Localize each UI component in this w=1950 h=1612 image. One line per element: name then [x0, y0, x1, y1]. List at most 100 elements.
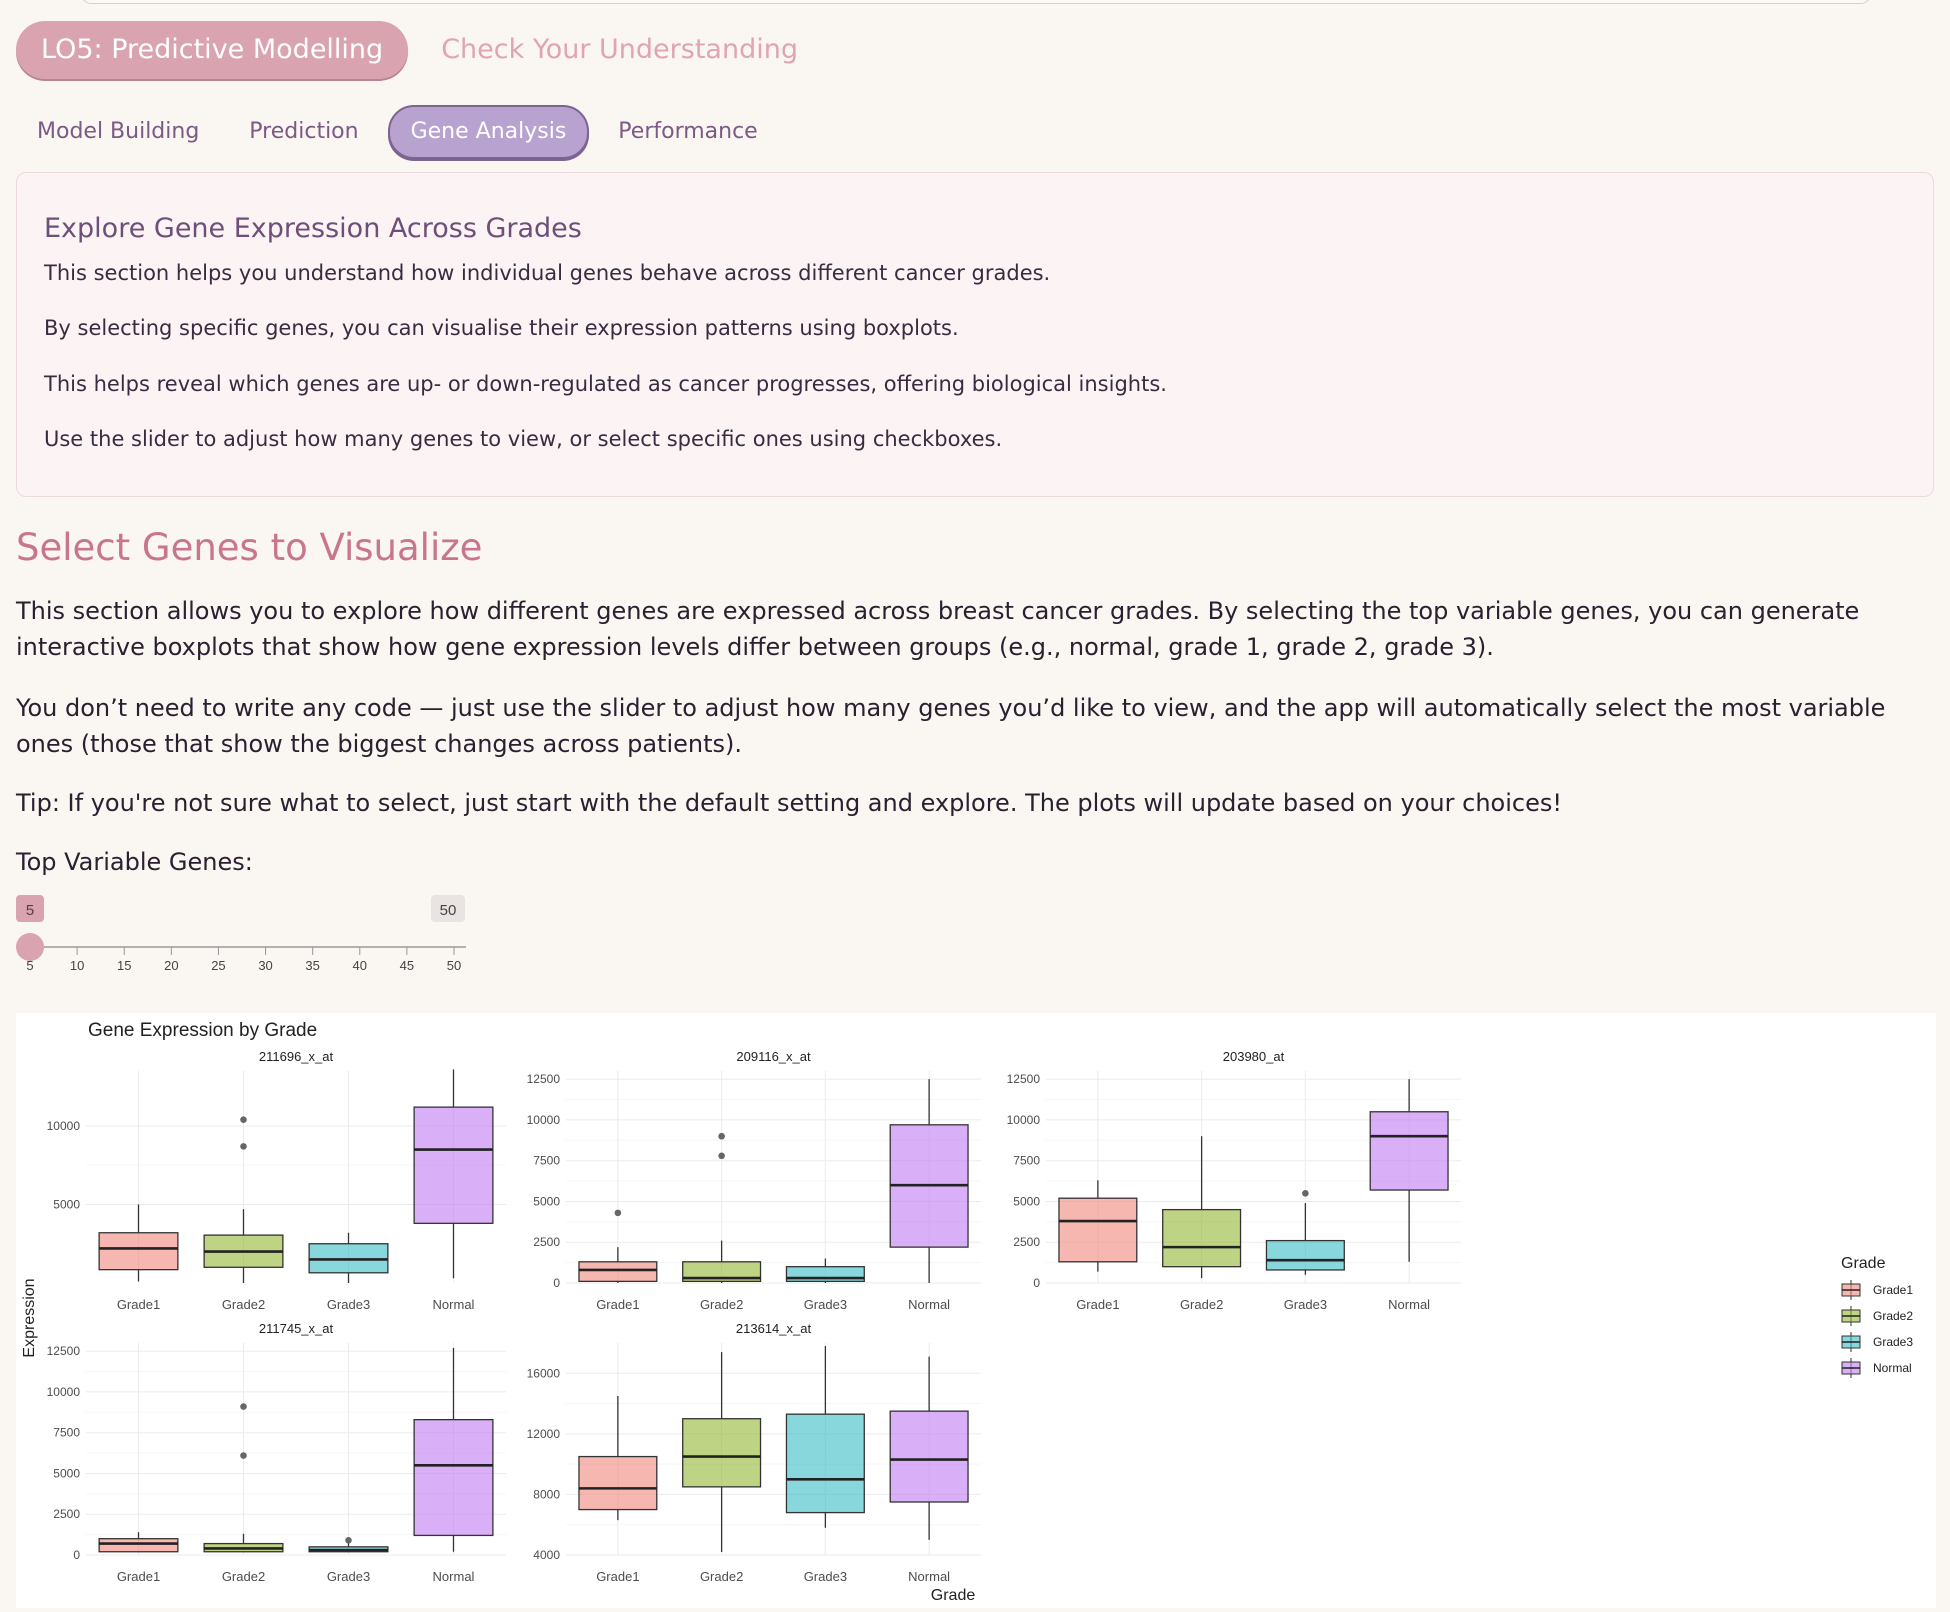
y-tick-label: 8000 — [533, 1487, 560, 1501]
box-body — [578, 1455, 658, 1511]
y-tick-label: 2500 — [53, 1507, 80, 1521]
legend-label: Normal — [1873, 1361, 1912, 1375]
y-tick-label: 2500 — [533, 1235, 560, 1249]
y-tick-label: 12000 — [527, 1427, 561, 1441]
box-body — [413, 1418, 494, 1537]
top-genes-slider[interactable]: 5 50 5 10 15 20 25 30 35 40 45 50 — [16, 893, 476, 973]
box-body — [98, 1538, 179, 1553]
slider-ticks: 5 10 15 20 25 30 35 40 45 50 — [26, 947, 461, 973]
y-axis-label: Expression — [21, 1278, 38, 1357]
x-tick-label: Grade2 — [1180, 1297, 1223, 1312]
x-tick-label: Grade2 — [222, 1569, 265, 1584]
outlier-point — [718, 1152, 725, 1160]
y-tick-label: 10000 — [47, 1119, 81, 1133]
info-paragraph: This section helps you understand how in… — [44, 261, 1051, 285]
facet-panel: 211745_x_at 0 2500 5000 7500 10000 12500 Grade1… — [47, 1321, 506, 1584]
box-body — [889, 1410, 969, 1503]
y-tick-label: 10000 — [527, 1113, 561, 1127]
tab-lo5-predictive-modelling[interactable]: LO5: Predictive Modelling — [16, 21, 409, 79]
slider-handle[interactable] — [16, 933, 44, 961]
section-title: Select Genes to Visualize — [16, 526, 483, 569]
y-tick-label: 5000 — [1013, 1194, 1040, 1208]
chart-title: Gene Expression by Grade — [88, 1020, 317, 1041]
chart-svg: Gene Expression by Grade 211696_x_at 5000 1… — [21, 1020, 1913, 1604]
info-paragraph: By selecting specific genes, you can vis… — [44, 316, 959, 340]
slider-max-label: 50 — [440, 902, 457, 919]
boxplot-grade2 — [682, 1352, 762, 1552]
boxplot-grade1 — [578, 1396, 658, 1521]
box-body — [98, 1232, 179, 1271]
x-tick-label: Normal — [908, 1297, 950, 1312]
facet-panel: 213614_x_at 4000 8000 12000 16000 Grade1 Grade… — [527, 1321, 981, 1584]
boxplot-normal — [413, 1347, 494, 1552]
y-tick-label: 5000 — [533, 1194, 560, 1208]
box-body — [785, 1413, 865, 1514]
outlier-point — [1302, 1190, 1309, 1197]
box-body — [413, 1106, 494, 1224]
x-tick-label: Normal — [433, 1297, 475, 1312]
outlier-point — [240, 1403, 247, 1410]
legend: Grade Grade1 Grade2 Grade3 Normal — [1841, 1255, 1913, 1378]
tab-check-your-understanding[interactable]: Check Your Understanding — [441, 21, 798, 79]
tab-model-building[interactable]: Model Building — [16, 107, 220, 157]
info-paragraph: This helps reveal which genes are up- or… — [44, 372, 1167, 396]
tip-paragraph: Tip: If you're not sure what to select, … — [16, 789, 1562, 817]
x-tick-label: Grade1 — [596, 1297, 639, 1312]
x-tick-label: Normal — [1388, 1297, 1430, 1312]
x-tick-label: Grade1 — [117, 1297, 160, 1312]
box-body — [682, 1418, 762, 1488]
x-tick-label: Grade1 — [117, 1569, 160, 1584]
x-tick-label: Normal — [908, 1569, 950, 1584]
box-body — [1369, 1111, 1449, 1191]
main-tab-bar: LO5: Predictive Modelling Check Your Und… — [16, 21, 798, 79]
boxplot-normal — [413, 1069, 494, 1279]
slider-tick-label: 15 — [117, 958, 131, 973]
y-tick-label: 0 — [1033, 1276, 1040, 1290]
slider-label: Top Variable Genes: — [16, 848, 253, 876]
facet-title: 209116_x_at — [736, 1049, 811, 1064]
x-tick-label: Grade2 — [700, 1297, 743, 1312]
outlier-point — [240, 1143, 247, 1150]
x-tick-label: Grade2 — [222, 1297, 265, 1312]
y-tick-label: 7500 — [533, 1154, 560, 1168]
facet-panel: 203980_at 0 2500 5000 7500 10000 12500 Grade1 Gr… — [1007, 1049, 1461, 1312]
slider-svg: 5 50 5 10 15 20 25 30 35 40 45 50 — [16, 895, 466, 973]
tab-performance[interactable]: Performance — [597, 107, 778, 157]
facet-panel: 211696_x_at 5000 10000 Grade1 Grade2 Grade3 No… — [47, 1049, 506, 1312]
gene-expression-chart: Gene Expression by Grade 211696_x_at 5000 1… — [16, 1013, 1936, 1608]
tab-prediction[interactable]: Prediction — [228, 107, 379, 157]
top-panel-edge — [80, 0, 1872, 4]
y-tick-label: 0 — [73, 1548, 80, 1562]
boxplot-grade1 — [1058, 1180, 1138, 1272]
boxplot-grade1 — [98, 1204, 179, 1282]
y-tick-label: 5000 — [53, 1466, 80, 1480]
boxplot-grade3 — [308, 1537, 389, 1553]
x-tick-label: Grade3 — [804, 1569, 847, 1584]
facet-title: 211745_x_at — [259, 1321, 334, 1336]
y-tick-label: 10000 — [1007, 1113, 1041, 1127]
info-title: Explore Gene Expression Across Grades — [44, 213, 582, 244]
tab-gene-analysis[interactable]: Gene Analysis — [387, 105, 590, 159]
legend-label: Grade3 — [1873, 1335, 1913, 1349]
slider-tick-label: 50 — [447, 958, 461, 973]
boxplot-normal — [1369, 1079, 1449, 1262]
boxplot-normal — [889, 1356, 969, 1540]
y-tick-label: 12500 — [1007, 1072, 1041, 1086]
facet-title: 203980_at — [1223, 1049, 1285, 1064]
y-tick-label: 12500 — [47, 1344, 81, 1358]
x-tick-label: Grade3 — [327, 1569, 370, 1584]
box-body — [1162, 1208, 1242, 1268]
outlier-point — [345, 1537, 352, 1544]
outlier-point — [240, 1452, 247, 1459]
slider-tick-label: 35 — [305, 958, 319, 973]
outlier-point — [240, 1116, 247, 1123]
slider-tick-label: 40 — [353, 958, 367, 973]
section-paragraph: You don’t need to write any code — just … — [16, 694, 1886, 758]
slider-tick-label: 45 — [400, 958, 414, 973]
box-body — [578, 1261, 658, 1283]
x-tick-label: Grade3 — [804, 1297, 847, 1312]
info-box: Explore Gene Expression Across Grades Th… — [16, 172, 1934, 497]
box-body — [1058, 1197, 1138, 1263]
legend-label: Grade1 — [1873, 1283, 1913, 1297]
y-tick-label: 2500 — [1013, 1235, 1040, 1249]
